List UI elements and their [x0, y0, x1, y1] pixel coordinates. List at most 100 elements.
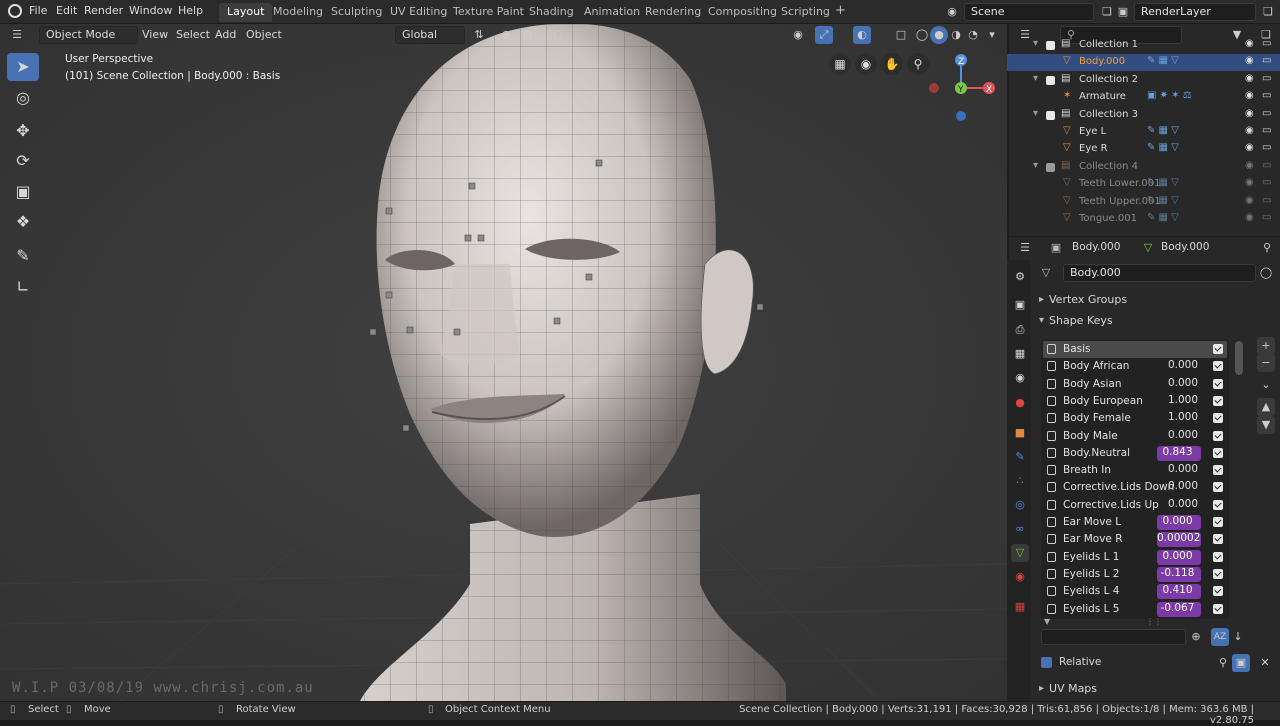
visibility-eye-icon[interactable]: ◉ [1245, 73, 1254, 84]
viewport-menu-add[interactable]: Add [215, 28, 236, 41]
shape-key-mute-checkbox[interactable] [1213, 534, 1223, 545]
shape-key-row[interactable]: Eyelids L 1 0.000 [1043, 549, 1227, 566]
outliner-row[interactable]: ▽ Tongue.001 ✎ ▦ ▽ ◉ ▭ [1007, 211, 1280, 228]
shape-key-mute-checkbox[interactable] [1213, 447, 1223, 458]
expand-chevron-icon[interactable]: ▾ [1033, 73, 1038, 84]
scale-tool-icon[interactable]: ▣ [7, 178, 39, 206]
shape-key-row[interactable]: Body Male 0.000 [1043, 428, 1227, 445]
shape-key-value[interactable]: 1.000 [1157, 411, 1201, 426]
scene-icon[interactable]: ◉ [943, 3, 961, 21]
visibility-eye-icon[interactable]: ◉ [1245, 38, 1254, 49]
visibility-eye-icon[interactable]: ◉ [1245, 142, 1254, 153]
snap-target-icon[interactable]: ▦ [518, 26, 536, 44]
physics-tab-icon[interactable]: ◎ [1011, 496, 1029, 514]
visibility-eye-icon[interactable]: ◉ [1245, 90, 1254, 101]
shape-key-mute-checkbox[interactable] [1213, 465, 1223, 476]
visibility-eye-icon[interactable]: ◉ [1245, 160, 1254, 171]
exclude-checkbox[interactable] [1046, 162, 1055, 172]
select-box-tool-icon[interactable]: ➤ [7, 53, 39, 81]
shape-key-value[interactable]: 1.000 [1157, 394, 1201, 409]
shape-key-value[interactable]: 0.000 [1157, 463, 1201, 478]
shape-key-mute-checkbox[interactable] [1213, 586, 1223, 597]
panel-uv-maps[interactable]: UV Maps [1049, 682, 1097, 695]
tab-shading[interactable]: Shading [521, 3, 582, 22]
add-workspace-button[interactable]: + [827, 3, 854, 22]
sort-alpha-icon[interactable]: AZ [1211, 628, 1229, 646]
gizmo-toggle-icon[interactable]: ⤢ [815, 26, 833, 44]
mesh-data-name-field[interactable]: Body.000 [1063, 264, 1256, 282]
particles-tab-icon[interactable]: ∴ [1011, 472, 1029, 490]
shape-key-value[interactable]: 0.000 [1157, 549, 1201, 565]
shape-key-value[interactable]: 0.000 [1157, 429, 1201, 444]
axis-gizmo[interactable]: Z X Y [924, 48, 999, 123]
neg-z-axis-dot[interactable] [956, 111, 966, 121]
render-tab-icon[interactable]: ▣ [1011, 296, 1029, 314]
neg-x-axis-dot[interactable] [929, 83, 939, 93]
render-visibility-icon[interactable]: ▭ [1262, 108, 1271, 119]
fake-user-shield-icon[interactable]: ◯ [1257, 264, 1275, 282]
exclude-checkbox[interactable] [1046, 41, 1055, 50]
shape-key-mute-checkbox[interactable] [1213, 603, 1223, 614]
uv-maps-chevron-icon[interactable]: ▸ [1039, 683, 1044, 694]
pin-icon[interactable]: ⚲ [1258, 239, 1276, 257]
view-layer-tab-icon[interactable]: ▦ [1011, 345, 1029, 363]
menu-edit[interactable]: Edit [56, 4, 77, 17]
shape-key-row[interactable]: Eyelids L 5 -0.067 [1043, 601, 1227, 618]
rotate-tool-icon[interactable]: ⟳ [7, 147, 39, 175]
annotate-tool-icon[interactable]: ✎ [7, 242, 39, 270]
shape-key-row[interactable]: Body European 1.000 [1043, 393, 1227, 410]
shape-key-value[interactable]: 0.000 [1157, 498, 1201, 513]
breadcrumb-object[interactable]: Body.000 [1072, 241, 1120, 253]
breadcrumb-data[interactable]: Body.000 [1161, 241, 1209, 253]
shape-keys-chevron-icon[interactable]: ▾ [1039, 315, 1044, 326]
render-visibility-icon[interactable]: ▭ [1262, 90, 1271, 101]
modifier-icons[interactable]: ✎ ▦ ▽ [1147, 55, 1179, 66]
constraints-tab-icon[interactable]: ∞ [1011, 520, 1029, 538]
menu-window[interactable]: Window [129, 4, 172, 17]
transform-orientation-selector[interactable]: Global [395, 26, 465, 44]
shape-key-row[interactable]: Ear Move L 0.000 [1043, 514, 1227, 531]
render-visibility-icon[interactable]: ▭ [1262, 160, 1271, 171]
modifier-icons[interactable]: ✎ ▦ ▽ [1147, 195, 1179, 206]
edit-mode-shape-icon[interactable]: ▣ [1232, 654, 1250, 672]
output-tab-icon[interactable]: ⎙ [1011, 321, 1029, 339]
shape-key-specials-icon[interactable]: ⌄ [1257, 376, 1275, 394]
add-shape-key-icon[interactable]: + [1257, 337, 1275, 355]
shape-key-mute-checkbox[interactable] [1213, 361, 1223, 372]
visibility-eye-icon[interactable]: ◉ [1245, 108, 1254, 119]
modifier-icons[interactable]: ✎ ▦ ▽ [1147, 125, 1179, 136]
properties-editor-type-icon[interactable]: ☰ [1016, 239, 1034, 257]
shape-key-filter-field[interactable] [1041, 629, 1186, 645]
shape-key-mute-checkbox[interactable] [1213, 517, 1223, 527]
modifier-icons[interactable]: ✎ ▦ ▽ [1147, 177, 1179, 188]
shading-options-icon[interactable]: ▾ [983, 26, 1001, 44]
outliner-row[interactable]: ▽ Teeth Upper.001 ✎ ▦ ▽ ◉ ▭ [1007, 194, 1280, 211]
view-layer-selector[interactable]: RenderLayer [1134, 3, 1256, 21]
shape-key-row[interactable]: Body Asian 0.000 [1043, 376, 1227, 393]
view-layer-icon[interactable]: ▣ [1114, 3, 1132, 21]
render-visibility-icon[interactable]: ▭ [1262, 195, 1271, 206]
tab-rendering[interactable]: Rendering [637, 3, 709, 22]
visibility-eye-icon[interactable]: ◉ [1245, 55, 1254, 66]
shape-key-value[interactable]: 0.000 [1157, 480, 1201, 495]
shape-key-mute-checkbox[interactable] [1213, 551, 1223, 562]
shape-key-mute-checkbox[interactable] [1213, 344, 1223, 354]
shape-key-mute-checkbox[interactable] [1213, 568, 1223, 579]
solid-shading-icon[interactable]: ● [930, 26, 948, 44]
shape-key-value[interactable]: 0.000 [1157, 359, 1201, 374]
modifier-icons[interactable]: ✎ ▦ ▽ [1147, 142, 1179, 153]
outliner-row[interactable]: ▾ ▤ Collection 1 ◉ ▭ [1007, 37, 1280, 54]
shape-key-list-scrollbar[interactable] [1235, 341, 1243, 375]
world-tab-icon[interactable]: ● [1011, 394, 1029, 412]
material-tab-icon[interactable]: ◉ [1011, 568, 1029, 586]
shape-key-mute-checkbox[interactable] [1213, 482, 1223, 493]
shape-key-mute-checkbox[interactable] [1213, 395, 1223, 406]
render-visibility-icon[interactable]: ▭ [1262, 142, 1271, 153]
modifier-tab-icon[interactable]: ✎ [1011, 448, 1029, 466]
modifier-icons[interactable]: ▣ ✷ ✶ ⚖ [1147, 90, 1192, 101]
camera-view-grid-icon[interactable]: ▦ [829, 53, 851, 75]
visibility-eye-icon[interactable]: ◉ [1245, 177, 1254, 188]
shape-key-value[interactable]: 0.000 [1157, 515, 1201, 530]
outliner-row[interactable]: ▾ ▤ Collection 3 ◉ ▭ [1007, 107, 1280, 124]
3d-viewport[interactable] [0, 24, 1007, 701]
